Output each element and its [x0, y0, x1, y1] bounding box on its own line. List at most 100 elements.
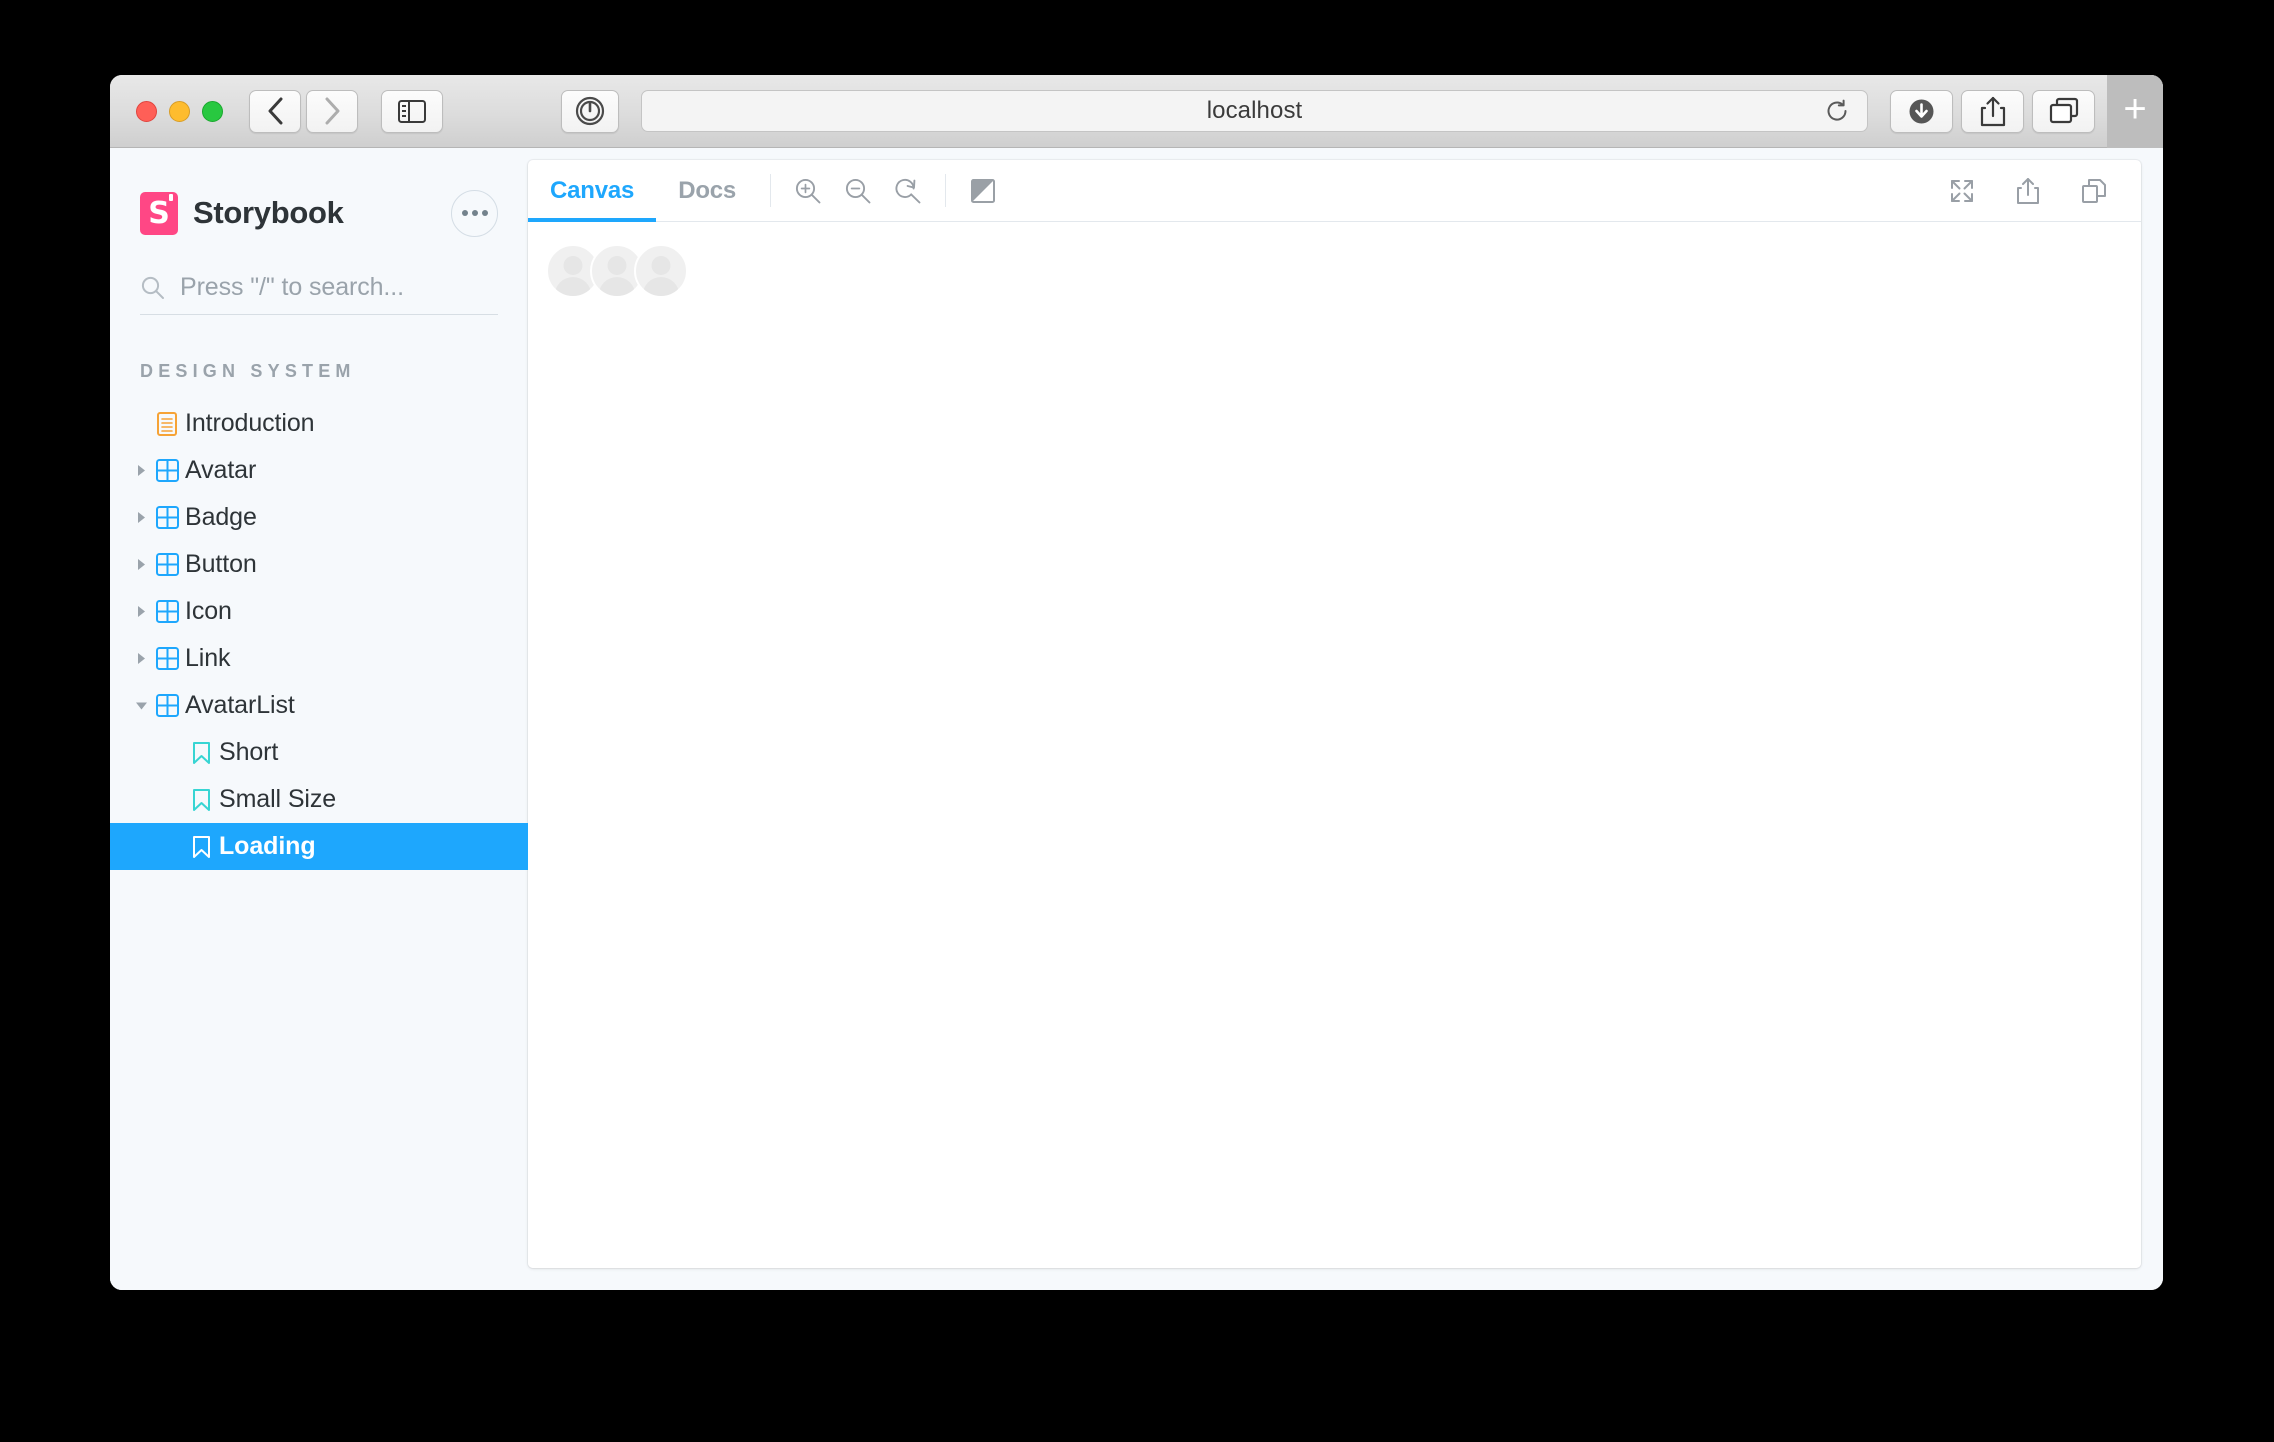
open-in-new-tab-button[interactable] [2003, 160, 2053, 221]
tree-item-introduction[interactable]: Introduction [110, 400, 528, 447]
chevron-right-icon [325, 97, 339, 125]
tab-canvas-label: Canvas [550, 176, 635, 204]
avatar-silhouette-body [599, 276, 635, 296]
tree-item-label: Icon [185, 597, 232, 625]
zoom-reset-button[interactable] [883, 160, 933, 221]
sidebar-section-title: DESIGN SYSTEM [140, 361, 356, 381]
close-window-button[interactable] [136, 100, 157, 122]
story-bookmark-icon [186, 741, 216, 765]
search-field[interactable]: Press "/" to search... [140, 273, 498, 315]
privacy-report-button[interactable] [561, 89, 619, 133]
tab-docs[interactable]: Docs [656, 160, 758, 221]
chevron-down-icon [135, 702, 147, 710]
document-icon [157, 411, 177, 436]
tree-item-link[interactable]: Link [110, 635, 528, 682]
chevron-down-icon[interactable] [130, 699, 152, 712]
story-bookmark-icon [192, 788, 210, 811]
document-icon [152, 411, 182, 436]
chevron-right-icon[interactable] [130, 464, 152, 477]
search-icon [141, 276, 164, 299]
preview-toolbar: Canvas Docs [528, 160, 2141, 222]
browser-toolbar: localhost + [110, 75, 2163, 148]
dot-3 [481, 210, 488, 216]
chevron-right-icon[interactable] [130, 605, 152, 618]
background-toggle-icon [971, 178, 996, 203]
story-tree: Introduction Avatar Badge Button Icon Link Ava… [110, 400, 528, 870]
tree-item-loading[interactable]: Loading [110, 823, 528, 870]
browser-actions [1890, 89, 2095, 133]
sidebar-icon [398, 99, 426, 123]
dot-1 [461, 210, 468, 216]
chevron-right-icon [137, 465, 145, 476]
chevron-left-icon [268, 97, 282, 125]
download-icon [1909, 99, 1934, 123]
open-in-new-tab-icon [2017, 177, 2039, 204]
logo-tick [169, 193, 173, 201]
brand-title: Storybook [193, 195, 344, 230]
chevron-right-icon[interactable] [130, 511, 152, 524]
chevron-right-icon[interactable] [130, 558, 152, 571]
component-grid-icon [155, 553, 179, 576]
zoom-window-button[interactable] [202, 100, 223, 122]
sidebar-menu-button[interactable] [451, 189, 498, 237]
tree-item-icon[interactable]: Icon [110, 588, 528, 635]
tree-item-label: Button [185, 550, 257, 578]
avatar-silhouette-head [563, 255, 583, 275]
search-input[interactable]: Press "/" to search... [180, 273, 404, 302]
downloads-button[interactable] [1890, 89, 1953, 133]
component-grid-icon [152, 553, 182, 576]
tree-item-avatarlist[interactable]: AvatarList [110, 682, 528, 729]
background-toggle-button[interactable] [958, 160, 1008, 221]
preview-canvas [528, 222, 2141, 1268]
sidebar: S Storybook Press "/" to search... DESIG… [110, 148, 528, 1290]
minimize-window-button[interactable] [169, 100, 190, 122]
zoom-out-button[interactable] [833, 160, 883, 221]
forward-button[interactable] [306, 89, 358, 133]
tree-item-label: Short [219, 738, 279, 766]
sidebar-header: S Storybook [110, 148, 528, 241]
component-grid-icon [152, 647, 182, 670]
storybook-app: S Storybook Press "/" to search... DESIG… [110, 148, 2163, 1290]
avatar-list-story [546, 244, 688, 298]
component-grid-icon [152, 506, 182, 529]
chevron-right-icon [137, 606, 145, 617]
tree-item-short[interactable]: Short [110, 729, 528, 776]
address-bar[interactable]: localhost [641, 90, 1868, 132]
component-grid-icon [155, 459, 179, 482]
browser-window: localhost + S Storybook Press "/" to sea… [110, 75, 2163, 1290]
component-grid-icon [152, 459, 182, 482]
sidebar-toggle-button[interactable] [381, 89, 443, 133]
tree-item-button[interactable]: Button [110, 541, 528, 588]
component-grid-icon [155, 647, 179, 670]
tree-item-badge[interactable]: Badge [110, 494, 528, 541]
logo-letter: S [148, 196, 170, 231]
share-button[interactable] [1961, 89, 2024, 133]
tree-item-label: Avatar [185, 456, 257, 484]
address-bar-text: localhost [1206, 97, 1303, 124]
toolbar-separator-2 [945, 174, 947, 207]
component-grid-icon [155, 600, 179, 623]
tree-item-label: Badge [185, 503, 257, 531]
zoom-reset-icon [895, 178, 921, 203]
tree-item-avatar[interactable]: Avatar [110, 447, 528, 494]
story-bookmark-icon [192, 835, 210, 858]
back-button[interactable] [249, 89, 301, 133]
avatar-placeholder [634, 244, 688, 298]
tab-canvas[interactable]: Canvas [528, 160, 657, 222]
tree-item-label: Loading [219, 832, 316, 860]
zoom-in-button[interactable] [783, 160, 833, 221]
preview-panel: Canvas Docs [528, 160, 2141, 1268]
tree-item-label: Link [185, 644, 231, 672]
tab-overview-button[interactable] [2032, 89, 2095, 133]
component-grid-icon [155, 506, 179, 529]
new-tab-button[interactable]: + [2107, 75, 2163, 148]
reload-button[interactable] [1825, 99, 1849, 123]
preview-toolbar-right [1937, 160, 2119, 221]
chevron-right-icon[interactable] [130, 652, 152, 665]
privacy-shield-icon [575, 96, 605, 126]
copy-canvas-link-button[interactable] [2069, 160, 2119, 221]
tree-item-label: Introduction [185, 409, 315, 437]
tree-item-small-size[interactable]: Small Size [110, 776, 528, 823]
avatar-silhouette-body [643, 276, 679, 296]
fullscreen-button[interactable] [1937, 160, 1987, 221]
